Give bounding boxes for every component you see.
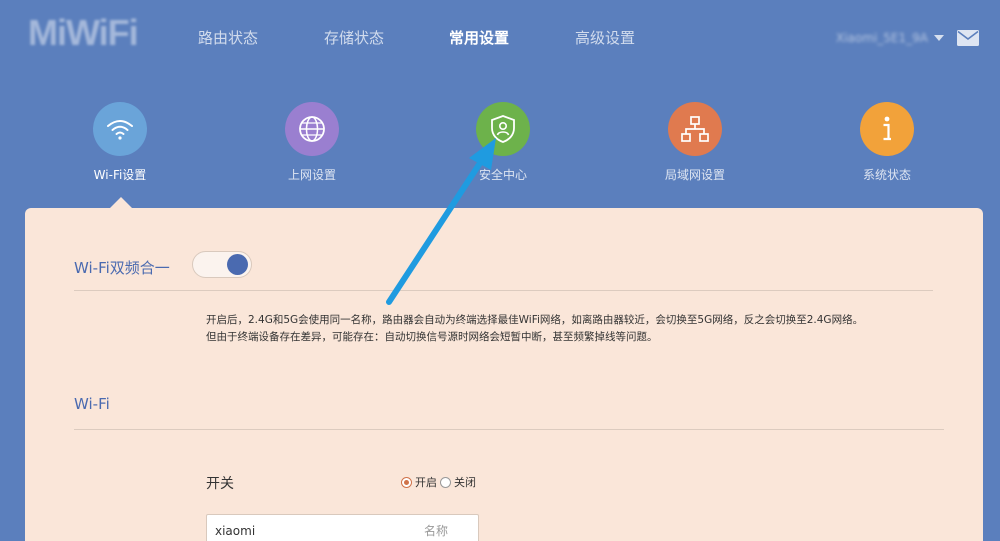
radio-off-label[interactable]: 关闭 bbox=[454, 474, 476, 490]
tile-wifi-circle bbox=[93, 102, 147, 156]
tile-lan-circle bbox=[668, 102, 722, 156]
divider bbox=[74, 290, 933, 291]
nav-router-status[interactable]: 路由状态 bbox=[198, 27, 258, 48]
tile-label: 系统状态 bbox=[862, 168, 911, 182]
tile-label: 上网设置 bbox=[287, 168, 336, 182]
dual-band-title: Wi-Fi双频合一 bbox=[74, 259, 170, 277]
tile-security-circle bbox=[476, 102, 530, 156]
info-icon bbox=[883, 116, 891, 141]
radio-on[interactable] bbox=[401, 476, 412, 488]
active-tile-pointer bbox=[110, 197, 132, 208]
radio-off[interactable] bbox=[440, 476, 451, 488]
nav-storage-status[interactable]: 存储状态 bbox=[324, 27, 384, 48]
wifi-name-hint: 名称 bbox=[423, 524, 448, 538]
user-menu[interactable]: Xiaomi_5E1_9A bbox=[836, 29, 944, 47]
wifi-section-title: Wi-Fi bbox=[74, 395, 110, 413]
wifi-name-value[interactable]: xiaomi bbox=[215, 524, 255, 538]
tile-internet-settings[interactable]: 上网设置 bbox=[252, 102, 372, 183]
switch-label: 开关 bbox=[206, 476, 234, 492]
tile-label: Wi-Fi设置 bbox=[93, 168, 147, 182]
tile-lan-settings[interactable]: 局域网设置 bbox=[635, 102, 755, 183]
description-line: 但由于终端设备存在差异，可能存在：自动切换信号源时网络会短暂中断，甚至频繁掉线等… bbox=[206, 331, 658, 343]
top-header: MiWiFi 路由状态 存储状态 常用设置 高级设置 Xiaomi_5E1_9A bbox=[0, 0, 1000, 80]
network-icon bbox=[681, 116, 709, 142]
mail-icon[interactable] bbox=[957, 30, 979, 46]
description-line: 开启后，2.4G和5G会使用同一名称，路由器会自动为终端选择最佳WiFi网络，如… bbox=[206, 314, 864, 326]
divider bbox=[74, 429, 944, 430]
tile-label: 局域网设置 bbox=[664, 168, 725, 182]
dual-band-toggle[interactable] bbox=[192, 251, 252, 278]
wifi-name-field[interactable]: xiaomi 名称 bbox=[206, 514, 479, 541]
tile-internet-circle bbox=[285, 102, 339, 156]
nav-advanced-settings[interactable]: 高级设置 bbox=[575, 27, 635, 48]
tile-security-center[interactable]: 安全中心 bbox=[443, 102, 563, 183]
tile-system-circle bbox=[860, 102, 914, 156]
user-name: Xiaomi_5E1_9A bbox=[836, 31, 928, 45]
settings-panel: Wi-Fi双频合一 开启后，2.4G和5G会使用同一名称，路由器会自动为终端选择… bbox=[25, 208, 983, 541]
chevron-down-icon bbox=[933, 35, 944, 41]
logo: MiWiFi bbox=[28, 12, 139, 53]
tile-system-status[interactable]: 系统状态 bbox=[827, 102, 947, 183]
globe-icon bbox=[299, 116, 325, 142]
tile-wifi-settings[interactable]: Wi-Fi设置 bbox=[60, 102, 180, 183]
nav-common-settings[interactable]: 常用设置 bbox=[449, 27, 509, 48]
dual-band-description: 开启后，2.4G和5G会使用同一名称，路由器会自动为终端选择最佳WiFi网络，如… bbox=[206, 312, 863, 346]
wifi-switch-radio-group: 开启 关闭 bbox=[401, 474, 479, 490]
shield-user-icon bbox=[491, 115, 515, 143]
toggle-knob bbox=[227, 254, 248, 275]
tile-label: 安全中心 bbox=[478, 168, 527, 182]
radio-on-label[interactable]: 开启 bbox=[415, 474, 437, 490]
wifi-icon bbox=[107, 120, 133, 140]
